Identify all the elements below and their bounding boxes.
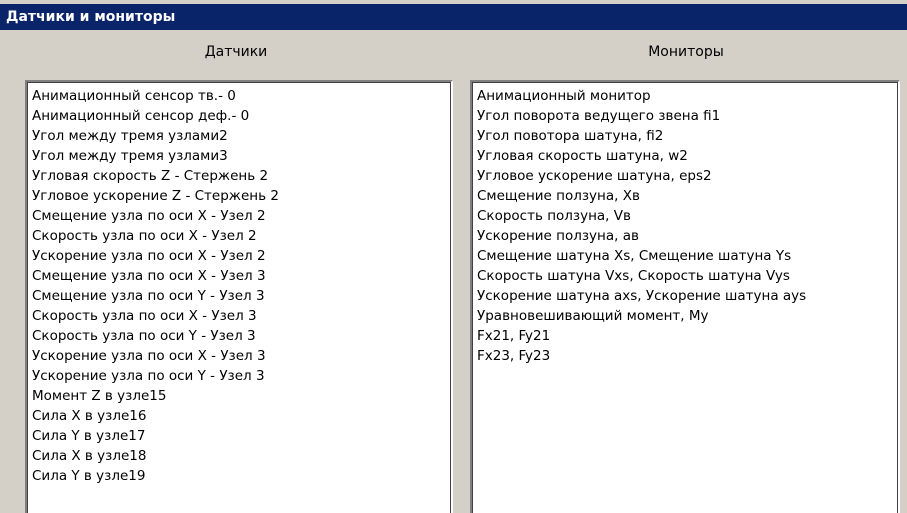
sensor-list-item[interactable]: Угловая скорость Z - Стержень 2 — [30, 166, 448, 186]
sensors-listbox[interactable]: Анимационный сенсор тв.- 0 Анимационный … — [25, 80, 453, 513]
sensor-list-item[interactable]: Сила Y в узле17 — [30, 426, 448, 446]
sensor-list-item[interactable]: Ускорение узла по оси X - Узел 3 — [30, 346, 448, 366]
monitor-list-item[interactable]: Угол поворота ведущего звена fi1 — [475, 106, 895, 126]
monitor-list-item[interactable]: Угол повотора шатуна, fi2 — [475, 126, 895, 146]
monitor-list-item[interactable]: Скорость шатуна Vxs, Скорость шатуна Vys — [475, 266, 895, 286]
monitors-listbox[interactable]: Анимационный монитор Угол поворота ведущ… — [470, 80, 900, 513]
monitor-list-item[interactable]: Fx23, Fy23 — [475, 346, 895, 366]
sensor-list-item[interactable]: Ускорение узла по оси X - Узел 2 — [30, 246, 448, 266]
sensor-list-item[interactable]: Скорость узла по оси X - Узел 2 — [30, 226, 448, 246]
sensors-monitors-window: Датчики и мониторы Датчики Мониторы Аним… — [0, 0, 907, 513]
sensor-list-item[interactable]: Угловое ускорение Z - Стержень 2 — [30, 186, 448, 206]
sensor-list-item[interactable]: Момент Z в узле15 — [30, 386, 448, 406]
monitor-list-item[interactable]: Смещение ползуна, Xв — [475, 186, 895, 206]
sensors-header: Датчики — [204, 44, 268, 60]
sensor-list-item[interactable]: Сила X в узле18 — [30, 446, 448, 466]
monitor-list-item[interactable]: Fx21, Fy21 — [475, 326, 895, 346]
sensor-list-item[interactable]: Угол между тремя узлами2 — [30, 126, 448, 146]
sensor-list-item[interactable]: Угол между тремя узлами3 — [30, 146, 448, 166]
sensor-list-item[interactable]: Сила X в узле16 — [30, 406, 448, 426]
sensor-list-item[interactable]: Смещение узла по оси X - Узел 2 — [30, 206, 448, 226]
sensor-list-item[interactable]: Смещение узла по оси Y - Узел 3 — [30, 286, 448, 306]
sensor-list-item[interactable]: Скорость узла по оси Y - Узел 3 — [30, 326, 448, 346]
monitor-list-item[interactable]: Ускорение шатуна axs, Ускорение шатуна a… — [475, 286, 895, 306]
sensor-list-item[interactable]: Смещение узла по оси X - Узел 3 — [30, 266, 448, 286]
sensor-list-item[interactable]: Скорость узла по оси X - Узел 3 — [30, 306, 448, 326]
monitor-list-item[interactable]: Угловое ускорение шатуна, eps2 — [475, 166, 895, 186]
sensor-list-item[interactable]: Анимационный сенсор тв.- 0 — [30, 86, 448, 106]
monitor-list-item[interactable]: Угловая скорость шатуна, w2 — [475, 146, 895, 166]
sensor-list-item[interactable]: Сила Y в узле19 — [30, 466, 448, 486]
monitor-list-item[interactable]: Уравновешивающий момент, Mу — [475, 306, 895, 326]
monitors-header: Мониторы — [648, 44, 724, 60]
sensor-list-item[interactable]: Ускорение узла по оси Y - Узел 3 — [30, 366, 448, 386]
monitor-list-item[interactable]: Смещение шатуна Xs, Смещение шатуна Ys — [475, 246, 895, 266]
monitor-list-item[interactable]: Ускорение ползуна, aв — [475, 226, 895, 246]
sensor-list-item[interactable]: Анимационный сенсор деф.- 0 — [30, 106, 448, 126]
window-title-bar[interactable]: Датчики и мониторы — [0, 4, 907, 30]
monitor-list-item[interactable]: Анимационный монитор — [475, 86, 895, 106]
monitor-list-item[interactable]: Скорость ползуна, Vв — [475, 206, 895, 226]
